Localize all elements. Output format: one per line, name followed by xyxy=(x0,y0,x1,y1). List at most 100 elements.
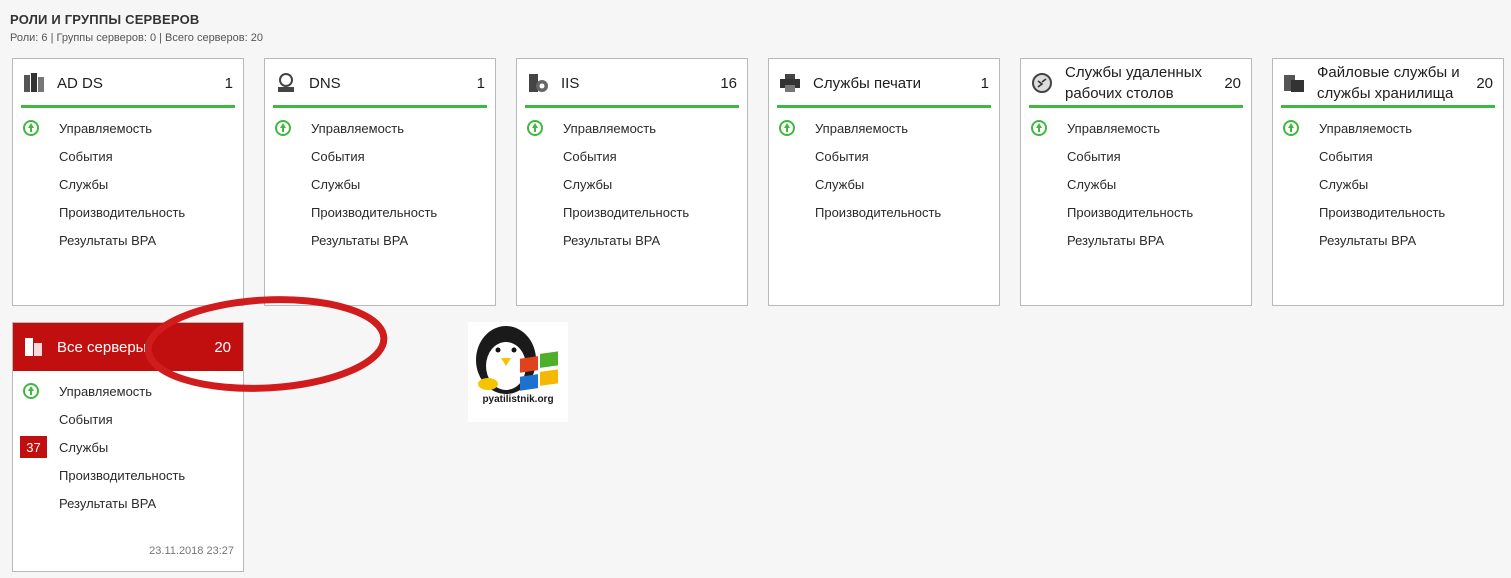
server-count: 20 xyxy=(214,338,231,356)
tile-header[interactable]: Все серверы 20 xyxy=(13,323,243,371)
penguin-logo-icon xyxy=(476,326,558,394)
row-manageability[interactable]: Управляемость xyxy=(517,114,747,142)
tile-title: AD DS xyxy=(57,74,103,92)
tile-title: Службы печати xyxy=(813,74,922,92)
status-ok-icon xyxy=(527,120,543,136)
row-manageability[interactable]: Управляемость xyxy=(769,114,999,142)
tile-header[interactable]: AD DS 1 xyxy=(21,61,235,108)
row-label: Управляемость xyxy=(1319,120,1413,136)
status-ok-icon xyxy=(23,383,39,399)
row-services[interactable]: Службы xyxy=(1021,170,1251,198)
row-performance[interactable]: Производительность xyxy=(13,461,243,489)
status-ok-icon xyxy=(23,120,39,136)
row-label: События xyxy=(1067,148,1121,164)
row-label: Службы xyxy=(1067,176,1117,192)
row-bpa[interactable]: Результаты BPA xyxy=(265,226,495,254)
row-label: Службы xyxy=(311,176,361,192)
row-label: Результаты BPA xyxy=(59,232,157,248)
row-events[interactable]: События xyxy=(517,142,747,170)
tile-header[interactable]: Службы удаленных рабочих столов 20 xyxy=(1029,61,1243,108)
row-services[interactable]: Службы xyxy=(13,170,243,198)
row-label: Управляемость xyxy=(563,120,657,136)
row-performance[interactable]: Производительность xyxy=(265,198,495,226)
row-performance[interactable]: Производительность xyxy=(769,198,999,226)
row-events[interactable]: События xyxy=(13,142,243,170)
tile-header[interactable]: Файловые службы и службы хранилища 20 xyxy=(1281,61,1495,108)
row-label: События xyxy=(563,148,617,164)
row-bpa[interactable]: Результаты BPA xyxy=(13,489,243,517)
row-label: Результаты BPA xyxy=(1319,232,1417,248)
row-label: Производительность xyxy=(1067,204,1194,220)
tile-file-storage-services[interactable]: Файловые службы и службы хранилища 20 Уп… xyxy=(1272,58,1504,306)
row-events[interactable]: События xyxy=(1021,142,1251,170)
tile-all-servers[interactable]: Все серверы 20 Управляемость События 37 С… xyxy=(12,322,244,572)
row-manageability[interactable]: Управляемость xyxy=(13,114,243,142)
tile-title: Файловые службы и службы хранилища xyxy=(1317,64,1460,102)
row-services[interactable]: 37 Службы xyxy=(13,433,243,461)
row-events[interactable]: События xyxy=(769,142,999,170)
server-count: 1 xyxy=(476,74,485,92)
row-manageability[interactable]: Управляемость xyxy=(265,114,495,142)
status-ok-icon xyxy=(1283,120,1299,136)
row-bpa[interactable]: Результаты BPA xyxy=(13,226,243,254)
tile-header[interactable]: Службы печати 1 xyxy=(777,61,991,108)
row-bpa[interactable]: Результаты BPA xyxy=(517,226,747,254)
tile-iis[interactable]: IIS 16 Управляемость События Службы Прои… xyxy=(516,58,748,306)
row-label: Производительность xyxy=(59,467,186,483)
tile-header[interactable]: IIS 16 xyxy=(525,61,739,108)
row-label: Службы xyxy=(1319,176,1369,192)
row-events[interactable]: События xyxy=(265,142,495,170)
row-label: События xyxy=(59,411,113,427)
row-label: Результаты BPA xyxy=(563,232,661,248)
row-bpa[interactable]: Результаты BPA xyxy=(1021,226,1251,254)
services-alert-badge[interactable]: 37 xyxy=(20,436,47,458)
row-performance[interactable]: Производительность xyxy=(517,198,747,226)
row-performance[interactable]: Производительность xyxy=(1021,198,1251,226)
ad-ds-icon xyxy=(21,70,47,96)
watermark-logo: pyatilistnik.org xyxy=(468,322,568,422)
row-services[interactable]: Службы xyxy=(517,170,747,198)
last-refresh-timestamp: 23.11.2018 23:27 xyxy=(149,545,234,557)
row-label: События xyxy=(1319,148,1373,164)
row-label: Управляемость xyxy=(815,120,909,136)
row-label: Производительность xyxy=(1319,204,1446,220)
section-title: РОЛИ И ГРУППЫ СЕРВЕРОВ xyxy=(10,12,200,27)
tile-remote-desktop-services[interactable]: Службы удаленных рабочих столов 20 Управ… xyxy=(1020,58,1252,306)
row-events[interactable]: События xyxy=(13,405,243,433)
row-services[interactable]: Службы xyxy=(1273,170,1503,198)
tile-dns[interactable]: DNS 1 Управляемость События Службы Произ… xyxy=(264,58,496,306)
tile-title: DNS xyxy=(309,74,341,92)
row-label: Управляемость xyxy=(59,383,153,399)
server-count: 20 xyxy=(1476,74,1493,92)
row-label: События xyxy=(815,148,869,164)
watermark-text: pyatilistnik.org xyxy=(482,394,554,405)
status-ok-icon xyxy=(275,120,291,136)
row-label: События xyxy=(59,148,113,164)
row-manageability[interactable]: Управляемость xyxy=(1021,114,1251,142)
row-performance[interactable]: Производительность xyxy=(1273,198,1503,226)
row-label: Результаты BPA xyxy=(311,232,409,248)
row-manageability[interactable]: Управляемость xyxy=(13,377,243,405)
row-manageability[interactable]: Управляемость xyxy=(1273,114,1503,142)
row-label: Управляемость xyxy=(59,120,153,136)
row-label: Службы xyxy=(59,439,109,455)
printer-icon xyxy=(777,70,803,96)
row-services[interactable]: Службы xyxy=(769,170,999,198)
dns-icon xyxy=(273,70,299,96)
row-label: Службы xyxy=(815,176,865,192)
iis-icon xyxy=(525,70,551,96)
tile-title: Службы удаленных рабочих столов xyxy=(1065,64,1203,102)
tile-header[interactable]: DNS 1 xyxy=(273,61,487,108)
tile-print-services[interactable]: Службы печати 1 Управляемость События Сл… xyxy=(768,58,1000,306)
tile-title: Все серверы xyxy=(57,338,147,356)
tile-ad-ds[interactable]: AD DS 1 Управляемость События Службы Про… xyxy=(12,58,244,306)
server-count: 16 xyxy=(720,74,737,92)
server-count: 1 xyxy=(224,74,233,92)
file-storage-icon xyxy=(1281,70,1307,96)
row-events[interactable]: События xyxy=(1273,142,1503,170)
row-bpa[interactable]: Результаты BPA xyxy=(1273,226,1503,254)
all-servers-icon xyxy=(21,334,47,360)
row-performance[interactable]: Производительность xyxy=(13,198,243,226)
row-label: Службы xyxy=(563,176,613,192)
row-services[interactable]: Службы xyxy=(265,170,495,198)
